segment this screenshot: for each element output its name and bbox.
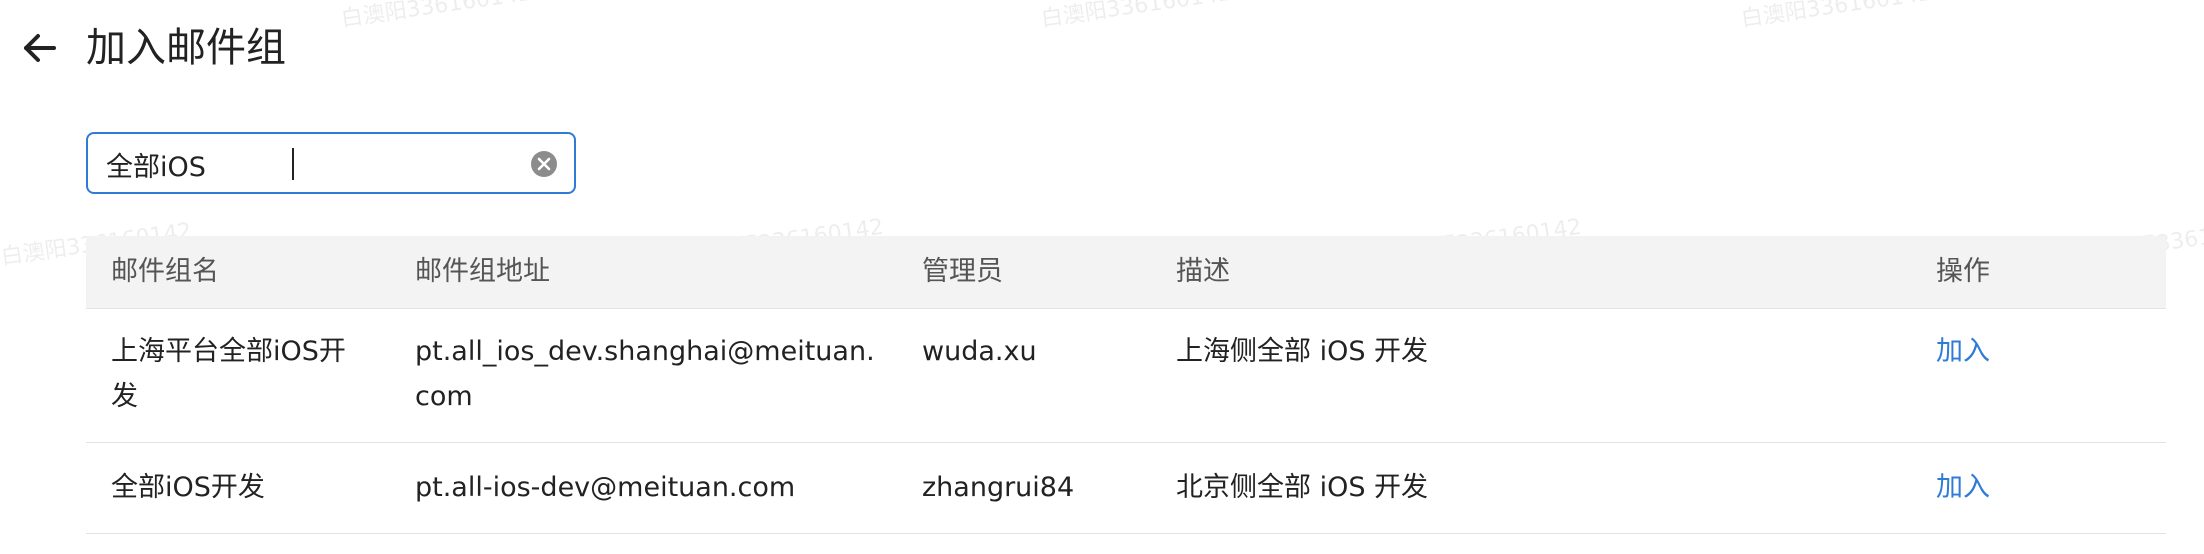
group-address: pt.all-ios-dev@meituan.com	[415, 472, 796, 503]
group-name: 上海平台全部iOS开发	[111, 336, 346, 412]
group-description: 上海侧全部 iOS 开发	[1176, 336, 1429, 367]
group-admin: wuda.xu	[922, 336, 1037, 367]
group-admin: zhangrui84	[922, 472, 1075, 503]
group-name: 全部iOS开发	[111, 472, 265, 503]
column-header-address: 邮件组地址	[415, 256, 550, 287]
search-input[interactable]	[106, 144, 506, 184]
back-button[interactable]	[18, 26, 62, 70]
table-row: 上海平台全部iOS开发 pt.all_ios_dev.shanghai@meit…	[86, 309, 2166, 443]
search-field[interactable]	[86, 132, 576, 194]
table-row: 全部iOS开发 pt.all-ios-dev@meituan.com zhang…	[86, 443, 2166, 534]
page-title: 加入邮件组	[86, 25, 286, 71]
text-caret	[292, 148, 294, 180]
column-header-description: 描述	[1176, 256, 1230, 287]
group-description: 北京侧全部 iOS 开发	[1176, 472, 1429, 503]
table-header: 邮件组名 邮件组地址 管理员 描述 操作	[86, 236, 2166, 309]
column-header-admin: 管理员	[922, 256, 1003, 287]
join-button[interactable]: 加入	[1936, 329, 2056, 374]
page-header: 加入邮件组	[0, 0, 2204, 96]
arrow-left-icon	[24, 34, 56, 62]
clear-circle-icon[interactable]	[530, 150, 558, 178]
join-button[interactable]: 加入	[1936, 465, 2056, 510]
group-address: pt.all_ios_dev.shanghai@meituan.com	[415, 336, 875, 412]
column-header-action: 操作	[1936, 256, 1990, 287]
page: 白澳阳336160142 白澳阳336160142 白澳阳336160142 白…	[0, 0, 2204, 554]
mail-group-table: 邮件组名 邮件组地址 管理员 描述 操作 上海平台全部iOS开发 pt.all_…	[86, 236, 2166, 534]
column-header-name: 邮件组名	[111, 256, 219, 287]
